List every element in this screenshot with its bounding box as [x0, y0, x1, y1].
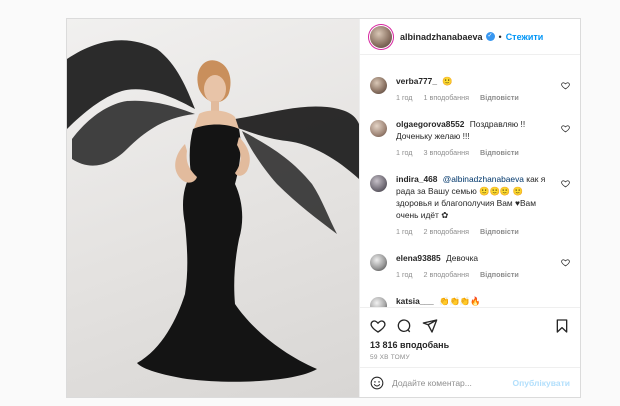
comment-time[interactable]: 1 год [396, 227, 413, 236]
post-actions: 13 816 вподобань 59 ХВ ТОМУ [360, 307, 580, 361]
comment-text: 🙂 [442, 76, 453, 86]
comment-author[interactable]: katsia___ [396, 296, 434, 306]
comment-author[interactable]: elena93885 [396, 253, 441, 263]
comment-item: verba777_ 🙂 1 год 1 вподобання Відповіст… [370, 75, 570, 104]
comment-author[interactable]: verba777_ [396, 76, 437, 86]
reply-button[interactable]: Відповісти [480, 227, 519, 236]
post-sidebar: albinadzhanabaeva ✓ • Стежити verba777_ … [359, 19, 580, 397]
comment-body: olgaegorova8552 Поздравляю !! Доченьку ж… [396, 118, 556, 159]
comment-time[interactable]: 1 год [396, 148, 413, 157]
author-avatar[interactable] [370, 25, 392, 48]
comment-likes[interactable]: 1 вподобання [424, 93, 470, 102]
commenter-avatar[interactable] [370, 77, 387, 94]
photo-illustration [67, 40, 359, 382]
comment-meta: 1 год 2 вподобання Відповісти [396, 226, 556, 238]
comment-body: elena93885 Девочка 1 год 2 вподобання Ві… [396, 252, 556, 281]
comment-text: 👏👏👏🔥 [439, 296, 481, 306]
commenter-avatar[interactable] [370, 120, 387, 137]
post-photo[interactable] [67, 19, 359, 397]
comment-likes[interactable]: 2 вподобання [424, 227, 470, 236]
verified-badge-icon: ✓ [485, 32, 495, 41]
comment-input[interactable] [392, 377, 513, 388]
comment-mention[interactable]: @albinadzhanabaeva [443, 174, 524, 184]
heart-icon[interactable] [370, 318, 386, 334]
comment-body: katsia___ 👏👏👏🔥 [396, 295, 556, 307]
reply-button[interactable]: Відповісти [480, 148, 519, 157]
commenter-avatar[interactable] [370, 254, 387, 271]
comment-time[interactable]: 1 год [396, 93, 413, 102]
comment-item: olgaegorova8552 Поздравляю !! Доченьку ж… [370, 118, 570, 159]
follow-button[interactable]: Стежити [506, 32, 544, 42]
comment-meta: 1 год 3 вподобання Відповісти [396, 147, 556, 159]
comment-like-icon[interactable] [561, 179, 570, 188]
post-header: albinadzhanabaeva ✓ • Стежити [360, 19, 580, 55]
comment-body: indira_468 @albinadzhanabaeva как я рада… [396, 173, 556, 238]
comment-author[interactable]: olgaegorova8552 [396, 119, 464, 129]
comment-meta: 1 год 2 вподобання Відповісти [396, 269, 556, 281]
comment-text: Девочка [446, 253, 479, 263]
post-timestamp[interactable]: 59 ХВ ТОМУ [370, 354, 570, 361]
comment-author[interactable]: indira_468 [396, 174, 437, 184]
comments-list[interactable]: verba777_ 🙂 1 год 1 вподобання Відповіст… [360, 55, 580, 307]
comment-meta: 1 год 1 вподобання Відповісти [396, 92, 556, 104]
emoji-icon[interactable] [370, 376, 384, 390]
comment-item: elena93885 Девочка 1 год 2 вподобання Ві… [370, 252, 570, 281]
commenter-avatar[interactable] [370, 297, 387, 307]
comment-item: indira_468 @albinadzhanabaeva как я рада… [370, 173, 570, 238]
add-comment-bar: Опублікувати [360, 367, 580, 397]
comment-like-icon[interactable] [561, 258, 570, 267]
commenter-avatar[interactable] [370, 175, 387, 192]
comment-item: katsia___ 👏👏👏🔥 [370, 295, 570, 307]
comment-time[interactable]: 1 год [396, 270, 413, 279]
post-card: albinadzhanabaeva ✓ • Стежити verba777_ … [66, 18, 581, 398]
bookmark-icon[interactable] [554, 318, 570, 334]
reply-button[interactable]: Відповісти [480, 270, 519, 279]
share-icon[interactable] [422, 318, 438, 334]
likes-count[interactable]: 13 816 вподобань [370, 340, 570, 350]
comment-likes[interactable]: 3 вподобання [424, 148, 470, 157]
publish-button[interactable]: Опублікувати [513, 378, 570, 388]
comment-likes[interactable]: 2 вподобання [424, 270, 470, 279]
author-username[interactable]: albinadzhanabaeva [400, 32, 483, 42]
separator-dot: • [498, 31, 502, 42]
comment-like-icon[interactable] [561, 81, 570, 90]
comment-like-icon[interactable] [561, 124, 570, 133]
comment-icon[interactable] [396, 318, 412, 334]
reply-button[interactable]: Відповісти [480, 93, 519, 102]
comment-body: verba777_ 🙂 1 год 1 вподобання Відповіст… [396, 75, 556, 104]
action-icons [370, 314, 570, 338]
